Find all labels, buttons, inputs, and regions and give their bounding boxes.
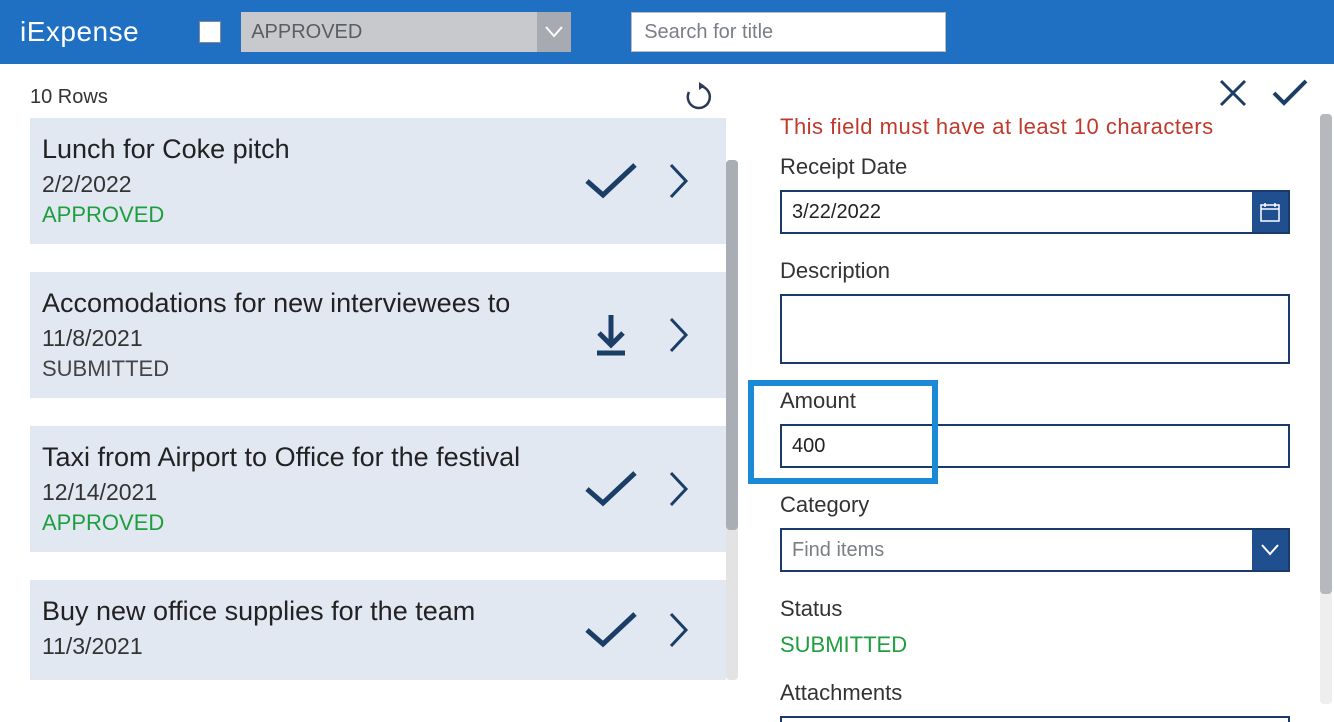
list-item-title: Accomodations for new interviewees to xyxy=(42,288,582,319)
description-field[interactable] xyxy=(780,294,1290,364)
chevron-right-icon[interactable] xyxy=(650,152,708,210)
list-item-title: Buy new office supplies for the team xyxy=(42,596,582,627)
search-placeholder: Search for title xyxy=(644,21,773,44)
status-filter-value: APPROVED xyxy=(251,21,362,44)
chevron-down-icon xyxy=(537,12,571,52)
check-icon[interactable] xyxy=(582,152,640,210)
expense-form-pane: This field must have at least 10 charact… xyxy=(740,64,1334,722)
refresh-button[interactable] xyxy=(684,82,714,112)
calendar-icon[interactable] xyxy=(1252,192,1288,232)
check-icon[interactable] xyxy=(582,601,640,659)
confirm-button[interactable] xyxy=(1272,79,1308,107)
app-header: iExpense APPROVED Search for title xyxy=(0,0,1334,64)
attachments-field[interactable]: There is nothing attached. xyxy=(780,716,1290,722)
download-icon[interactable] xyxy=(582,306,640,364)
validation-error: This field must have at least 10 charact… xyxy=(780,114,1310,140)
list-item-date: 11/8/2021 xyxy=(42,325,582,352)
expense-list-pane: 10 Rows Lunch for Coke pitch 2/2/2022 APPR… xyxy=(0,64,740,722)
list-item-status: APPROVED xyxy=(42,510,582,536)
chevron-right-icon[interactable] xyxy=(650,601,708,659)
app-title: iExpense xyxy=(20,16,139,48)
check-icon[interactable] xyxy=(582,460,640,518)
chevron-down-icon[interactable] xyxy=(1252,530,1288,570)
list-item-status: APPROVED xyxy=(42,202,582,228)
list-item[interactable]: Lunch for Coke pitch 2/2/2022 APPROVED xyxy=(30,118,726,244)
description-label: Description xyxy=(780,258,1310,284)
amount-label: Amount xyxy=(780,388,1310,414)
list-item-date: 11/3/2021 xyxy=(42,633,582,660)
category-label: Category xyxy=(780,492,1310,518)
cancel-button[interactable] xyxy=(1218,78,1248,108)
list-item-title: Taxi from Airport to Office for the fest… xyxy=(42,442,582,473)
form-scrollbar[interactable] xyxy=(1320,114,1332,704)
list-item-date: 12/14/2021 xyxy=(42,479,582,506)
list-item[interactable]: Taxi from Airport to Office for the fest… xyxy=(30,426,726,552)
attachments-label: Attachments xyxy=(780,680,1310,706)
list-item-status: SUBMITTED xyxy=(42,356,582,382)
filter-checkbox[interactable] xyxy=(199,21,221,43)
amount-field[interactable]: 400 xyxy=(780,424,1290,468)
search-input[interactable]: Search for title xyxy=(631,12,946,52)
amount-value: 400 xyxy=(792,435,825,458)
status-label: Status xyxy=(780,596,1310,622)
list-item-date: 2/2/2022 xyxy=(42,171,582,198)
row-count-label: 10 Rows xyxy=(30,86,108,109)
receipt-date-label: Receipt Date xyxy=(780,154,1310,180)
list-item-title: Lunch for Coke pitch xyxy=(42,134,582,165)
category-placeholder: Find items xyxy=(792,539,884,562)
chevron-right-icon[interactable] xyxy=(650,306,708,364)
list-scrollbar[interactable] xyxy=(726,160,738,680)
list-item[interactable]: Accomodations for new interviewees to 11/… xyxy=(30,272,726,398)
status-value: SUBMITTED xyxy=(780,632,1310,658)
receipt-date-field[interactable]: 3/22/2022 xyxy=(780,190,1290,234)
receipt-date-value: 3/22/2022 xyxy=(792,201,881,224)
category-field[interactable]: Find items xyxy=(780,528,1290,572)
list-item[interactable]: Buy new office supplies for the team 11/3… xyxy=(30,580,726,680)
status-filter-dropdown[interactable]: APPROVED xyxy=(241,12,571,52)
chevron-right-icon[interactable] xyxy=(650,460,708,518)
